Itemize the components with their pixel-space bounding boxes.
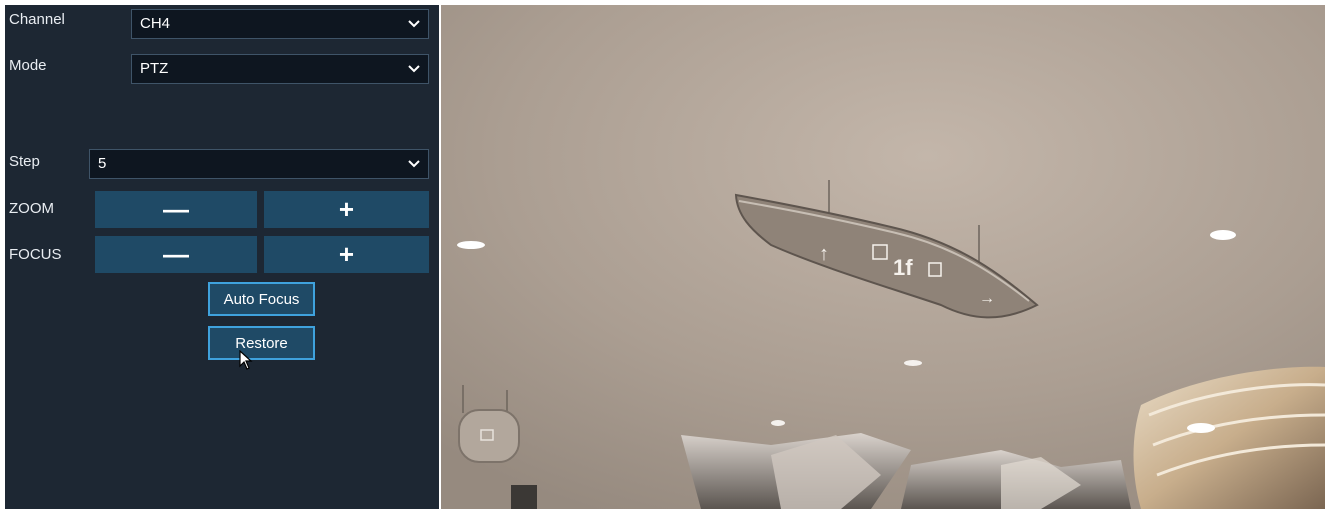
sign-floor-label: 1f <box>893 255 913 280</box>
step-value: 5 <box>98 155 107 172</box>
focus-label: FOCUS <box>9 246 62 263</box>
mode-value: PTZ <box>140 60 169 77</box>
step-select[interactable]: 5 <box>89 149 429 179</box>
zoom-in-button[interactable]: + <box>264 191 429 228</box>
restore-button[interactable]: Restore <box>208 326 315 360</box>
focus-far-button[interactable]: + <box>264 236 429 273</box>
camera-scene-image: ↑ 1f → <box>441 5 1325 509</box>
ptz-control-window: Channel CH4 Mode PTZ Step 5 ZOOM — + FOC… <box>0 0 1327 517</box>
mode-select[interactable]: PTZ <box>131 54 429 84</box>
auto-focus-button[interactable]: Auto Focus <box>208 282 315 316</box>
zoom-label: ZOOM <box>9 200 54 217</box>
chevron-down-icon <box>408 160 420 168</box>
svg-text:→: → <box>979 290 995 307</box>
svg-text:↑: ↑ <box>819 243 829 265</box>
camera-live-view[interactable]: ↑ 1f → <box>441 5 1325 509</box>
chevron-down-icon <box>408 65 420 73</box>
channel-select[interactable]: CH4 <box>131 9 429 39</box>
zoom-out-button[interactable]: — <box>95 191 257 228</box>
mouse-pointer-icon <box>239 350 253 370</box>
channel-label: Channel <box>9 11 65 28</box>
ptz-control-panel: Channel CH4 Mode PTZ Step 5 ZOOM — + FOC… <box>5 5 439 509</box>
mode-label: Mode <box>9 57 47 74</box>
step-label: Step <box>9 153 40 170</box>
channel-value: CH4 <box>140 15 171 32</box>
focus-near-button[interactable]: — <box>95 236 257 273</box>
chevron-down-icon <box>408 20 420 28</box>
